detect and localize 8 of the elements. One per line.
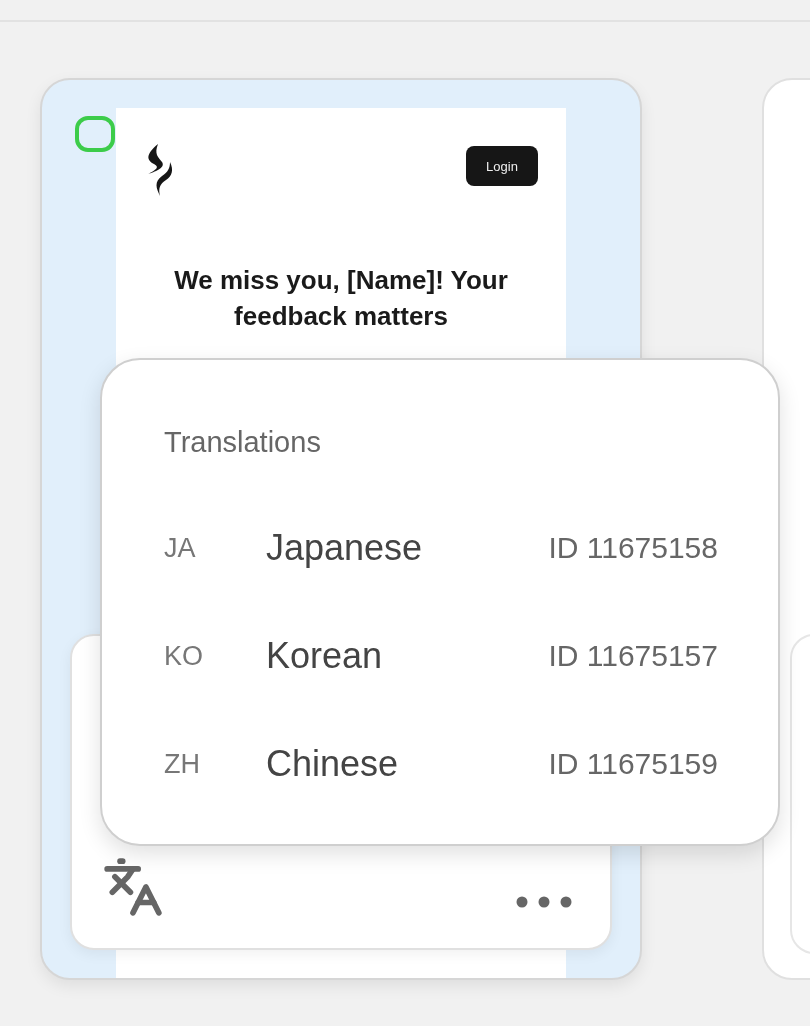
translation-id: ID 11675158 xyxy=(548,531,718,565)
language-code: KO xyxy=(164,640,204,672)
translation-id: ID 11675159 xyxy=(548,747,718,781)
email-headline: We miss you, [Name]! Your feedback matters xyxy=(173,264,509,333)
language-code: JA xyxy=(164,532,197,564)
language-code: ZH xyxy=(164,748,201,780)
translation-id: ID 11675157 xyxy=(548,639,718,673)
popover-title: Translations xyxy=(164,425,322,460)
